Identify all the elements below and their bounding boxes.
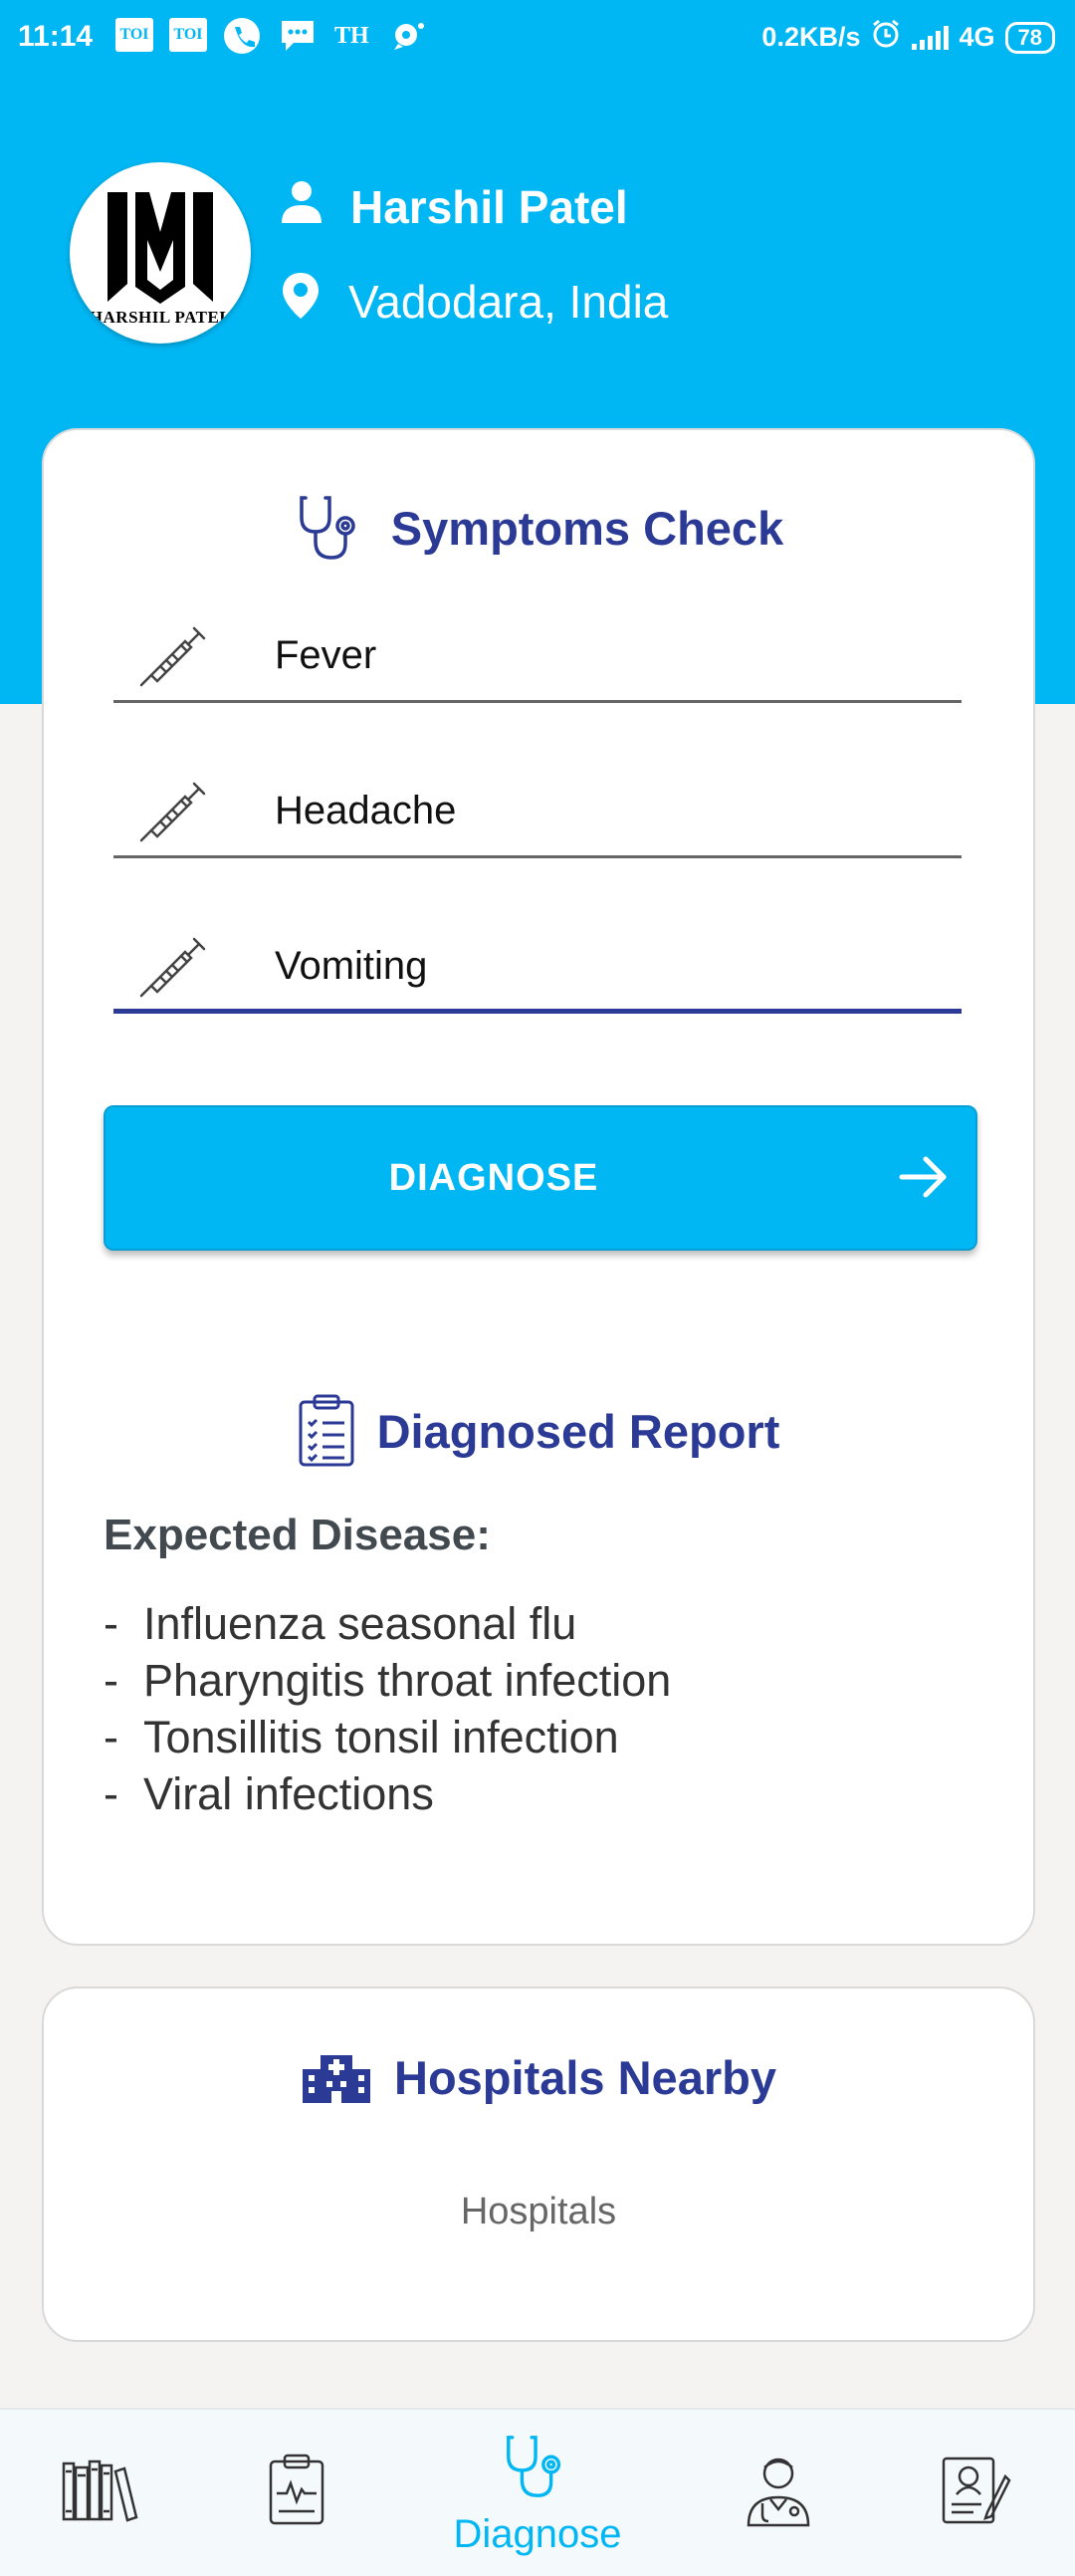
- toi-notification-icon: TOI: [169, 18, 207, 52]
- symptom-value: Fever: [275, 633, 377, 677]
- toi-notification-icon: TOI: [115, 18, 153, 52]
- expected-disease-label: Expected Disease:: [104, 1511, 491, 1559]
- network-type: 4G: [959, 22, 995, 52]
- nav-doctor[interactable]: [719, 2410, 838, 2576]
- symptom-field-1[interactable]: Fever: [113, 593, 962, 703]
- user-location: Vadodara, India: [348, 275, 669, 328]
- diagnose-button[interactable]: DIAGNOSE: [104, 1105, 977, 1251]
- phone-icon: [223, 18, 261, 54]
- signal-icon: [912, 25, 950, 50]
- avatar-logo-text: HARSHIL PATEL: [89, 308, 232, 327]
- nav-medical-record[interactable]: [916, 2410, 1035, 2576]
- list-item: - Influenza seasonal flu: [104, 1598, 577, 1649]
- user-name: Harshil Patel: [350, 180, 628, 233]
- symptom-field-3[interactable]: Vomiting: [113, 904, 962, 1014]
- user-location-row: Vadodara, India: [281, 271, 668, 332]
- list-item: - Pharyngitis throat infection: [104, 1655, 672, 1706]
- medical-record-icon: [940, 2455, 1011, 2531]
- doctor-icon: [745, 2454, 812, 2532]
- avatar[interactable]: HARSHIL PATEL: [70, 162, 251, 344]
- battery-indicator: 78: [1004, 21, 1055, 54]
- hospitals-text: Hospitals: [460, 2191, 617, 2232]
- hospitals-nearby-title: Hospitals Nearby: [44, 2050, 1033, 2105]
- stethoscope-icon: [294, 490, 369, 566]
- th-notification-icon: TH: [334, 22, 369, 49]
- symptom-value: Headache: [275, 789, 457, 832]
- hospitals-nearby-label: Hospitals Nearby: [394, 2051, 776, 2104]
- status-time: 11:14: [18, 20, 94, 53]
- message-icon: [279, 18, 317, 54]
- nav-diagnose-label: Diagnose: [453, 2511, 622, 2556]
- symptoms-check-title: Symptoms Check: [44, 490, 1033, 566]
- net-speed: 0.2KB/s: [761, 22, 861, 52]
- user-name-row: Harshil Patel: [281, 179, 628, 234]
- symptoms-card: Symptoms Check Fever Headache Vomiting D…: [42, 428, 1035, 1946]
- hospitals-card[interactable]: Hospitals Nearby Hospitals: [42, 1987, 1035, 2342]
- list-item: - Tonsillitis tonsil infection: [104, 1712, 619, 1762]
- nav-library[interactable]: [40, 2410, 159, 2576]
- hospital-building-icon: [301, 2051, 372, 2105]
- syringe-icon: [133, 926, 211, 1009]
- list-item: - Viral infections: [104, 1768, 434, 1819]
- symptom-value: Vomiting: [275, 944, 428, 988]
- person-icon: [281, 179, 322, 234]
- diagnosed-report-label: Diagnosed Report: [376, 1404, 780, 1458]
- bottom-navigation: Diagnose: [0, 2408, 1075, 2576]
- arrow-right-icon: [896, 1149, 952, 1215]
- symptoms-check-label: Symptoms Check: [390, 501, 784, 555]
- diagnosed-report-title: Diagnosed Report: [44, 1394, 1033, 1468]
- syringe-icon: [133, 615, 211, 698]
- books-icon: [60, 2458, 139, 2528]
- clipboard-checklist-icon: [298, 1394, 355, 1468]
- stethoscope-icon: [500, 2430, 575, 2508]
- chat-bubble-icon: [390, 18, 426, 54]
- disease-list: - Influenza seasonal flu - Pharyngitis thr…: [104, 1595, 671, 1822]
- diagnose-button-label: DIAGNOSE: [388, 1157, 599, 1199]
- location-pin-icon: [281, 271, 321, 332]
- alarm-icon: [870, 18, 902, 57]
- nav-diagnose[interactable]: Diagnose: [438, 2410, 637, 2576]
- nav-report[interactable]: [237, 2410, 356, 2576]
- symptom-field-2[interactable]: Headache: [113, 749, 962, 858]
- syringe-icon: [133, 771, 211, 853]
- status-bar: 11:14 TOI TOI TH 0.2KB/s 4G 78: [0, 0, 1075, 75]
- clipboard-ecg-icon: [267, 2454, 326, 2532]
